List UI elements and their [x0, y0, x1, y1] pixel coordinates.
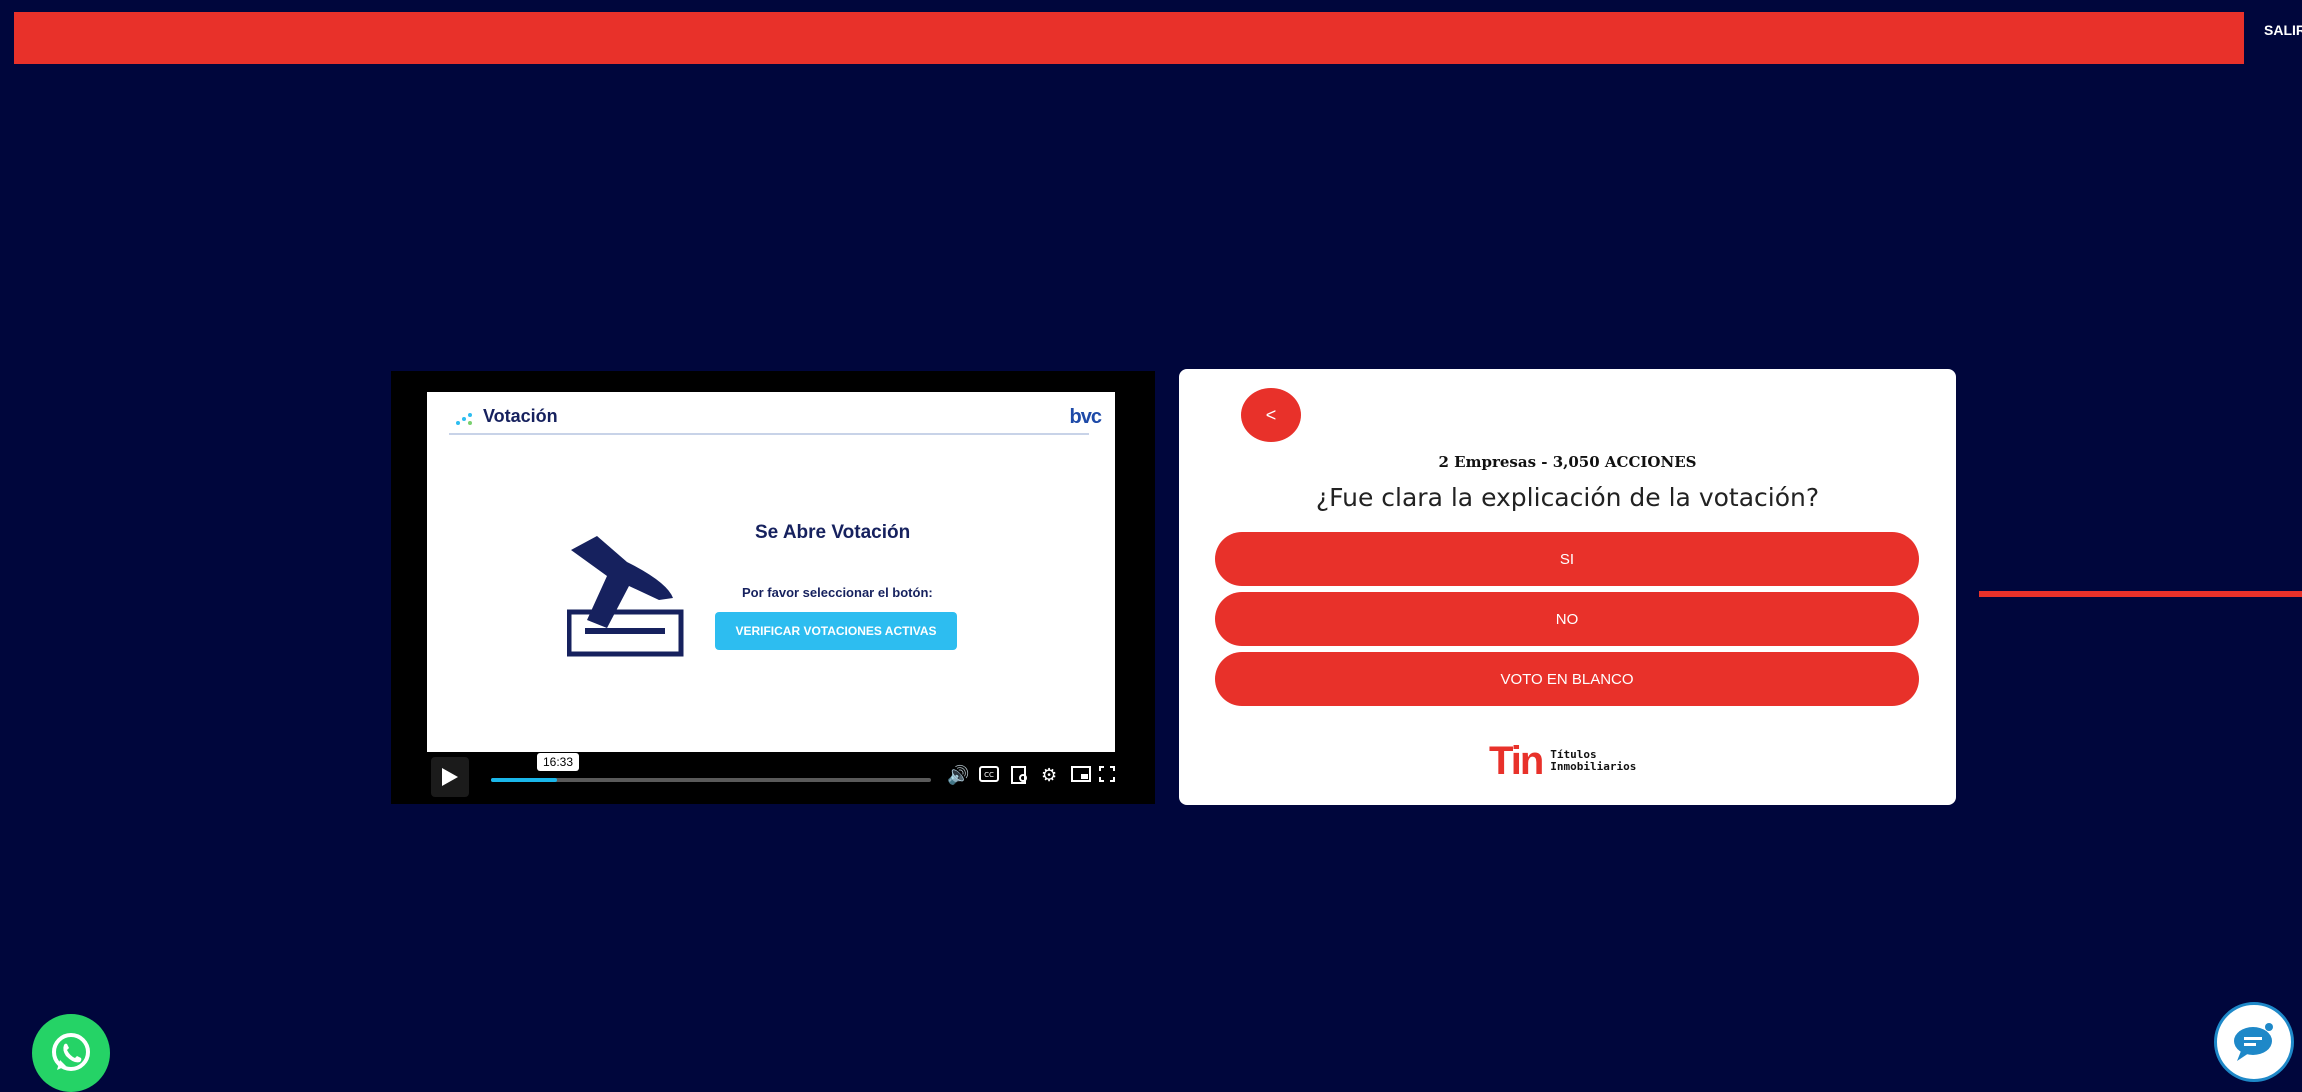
slide-subheading: Por favor seleccionar el botón: [742, 585, 933, 600]
settings-icon[interactable]: ⚙ [1041, 766, 1057, 784]
option-si-button[interactable]: SI [1215, 532, 1919, 586]
back-button[interactable]: < [1241, 388, 1301, 442]
dots-icon [456, 413, 472, 425]
progress-fill [491, 778, 557, 782]
progress-bar[interactable] [491, 778, 931, 782]
volume-icon[interactable]: 🔊 [947, 766, 969, 784]
decorative-line [1979, 591, 2302, 597]
slide-divider [449, 433, 1089, 435]
vote-question: ¿Fue clara la explicación de la votación… [1315, 483, 1820, 512]
transcript-icon[interactable] [1011, 766, 1029, 784]
play-button[interactable] [431, 757, 469, 797]
option-blank-vote-button[interactable]: VOTO EN BLANCO [1215, 652, 1919, 706]
option-no-button[interactable]: NO [1215, 592, 1919, 646]
brand-line-2: Inmobiliarios [1550, 760, 1637, 773]
play-icon [442, 768, 458, 786]
svg-text:CC: CC [984, 771, 994, 779]
fullscreen-icon[interactable] [1099, 766, 1115, 782]
bvc-logo: bvc [1069, 406, 1102, 428]
logout-button[interactable]: SALIR [2264, 22, 2302, 38]
verify-votes-button: VERIFICAR VOTACIONES ACTIVAS [715, 612, 957, 650]
brand-logo: Tin Títulos Inmobiliarios [1489, 741, 1636, 781]
time-tooltip: 16:33 [537, 753, 580, 771]
player-controls: 16:33 🔊 CC ⚙ [427, 753, 1115, 797]
video-player[interactable]: Votación bvc Se Abre Votación Por favor … [391, 371, 1155, 804]
chat-support-icon [2234, 1023, 2273, 1061]
whatsapp-button[interactable] [32, 1014, 110, 1092]
pip-icon[interactable] [1071, 766, 1091, 782]
slide-heading: Se Abre Votación [755, 522, 911, 543]
brand-mark: Tin [1489, 739, 1544, 783]
top-bar [14, 12, 2244, 64]
captions-icon[interactable]: CC [979, 766, 999, 782]
slide-title: Votación [483, 406, 558, 426]
ballot-box-icon [567, 536, 684, 657]
video-slide: Votación bvc Se Abre Votación Por favor … [427, 392, 1115, 752]
chat-support-button[interactable] [2214, 1002, 2294, 1082]
brand-text: Títulos Inmobiliarios [1550, 749, 1636, 773]
shares-info: 2 Empresas - 3,050 ACCIONES [1438, 453, 1697, 471]
whatsapp-icon [52, 1033, 90, 1071]
vote-panel: < 2 Empresas - 3,050 ACCIONES ¿Fue clara… [1179, 369, 1956, 805]
